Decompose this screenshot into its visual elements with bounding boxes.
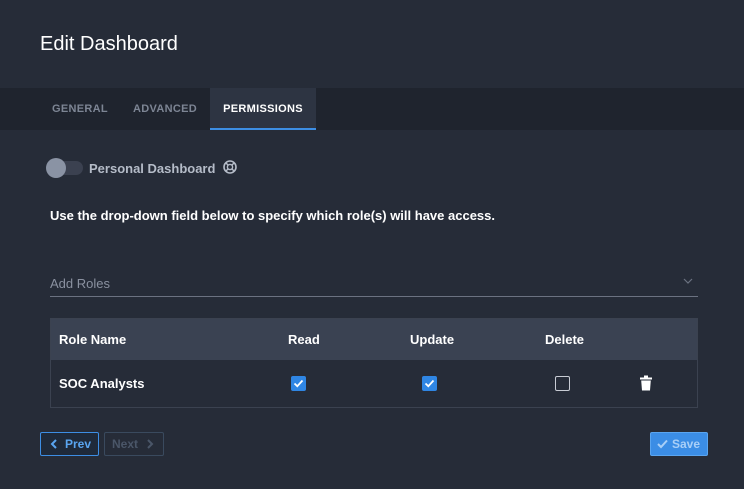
prev-button[interactable]: Prev	[40, 432, 99, 456]
personal-dashboard-label: Personal Dashboard	[89, 161, 216, 176]
tab-bar: GENERAL ADVANCED PERMISSIONS	[0, 88, 744, 130]
instructions-text: Use the drop-down field below to specify…	[50, 208, 495, 223]
column-header-delete: Delete	[545, 332, 585, 347]
tab-general[interactable]: GENERAL	[40, 88, 120, 130]
personal-dashboard-toggle[interactable]	[46, 158, 83, 178]
read-checkbox[interactable]	[291, 376, 306, 391]
trash-icon[interactable]	[640, 375, 652, 391]
roles-table: Role Name Read Update Delete SOC Analyst…	[50, 318, 698, 408]
checkmark-icon	[424, 379, 435, 388]
next-button-label: Next	[112, 437, 139, 451]
table-row: SOC Analysts	[51, 360, 697, 407]
add-roles-input[interactable]	[50, 272, 670, 294]
update-checkbox[interactable]	[422, 376, 437, 391]
column-header-update: Update	[410, 332, 455, 347]
toggle-knob	[46, 158, 66, 178]
checkmark-icon	[293, 379, 304, 388]
save-button-label: Save	[672, 437, 701, 451]
tab-advanced[interactable]: ADVANCED	[124, 88, 206, 130]
next-button[interactable]: Next	[104, 432, 164, 456]
dialog-header: Edit Dashboard	[0, 0, 744, 88]
add-roles-dropdown[interactable]	[50, 272, 698, 297]
page-title: Edit Dashboard	[40, 33, 178, 55]
chevron-left-icon	[50, 439, 57, 449]
chevron-right-icon	[147, 439, 154, 449]
role-name-cell: SOC Analysts	[59, 376, 145, 391]
chevron-down-icon[interactable]	[683, 277, 693, 285]
column-header-read: Read	[288, 332, 320, 347]
help-icon[interactable]	[223, 160, 237, 174]
table-header: Role Name Read Update Delete	[51, 319, 697, 360]
delete-checkbox[interactable]	[555, 376, 570, 391]
checkmark-icon	[657, 439, 668, 449]
tab-permissions[interactable]: PERMISSIONS	[210, 88, 316, 130]
save-button[interactable]: Save	[650, 432, 708, 456]
column-header-role-name: Role Name	[59, 332, 127, 347]
prev-button-label: Prev	[65, 437, 92, 451]
